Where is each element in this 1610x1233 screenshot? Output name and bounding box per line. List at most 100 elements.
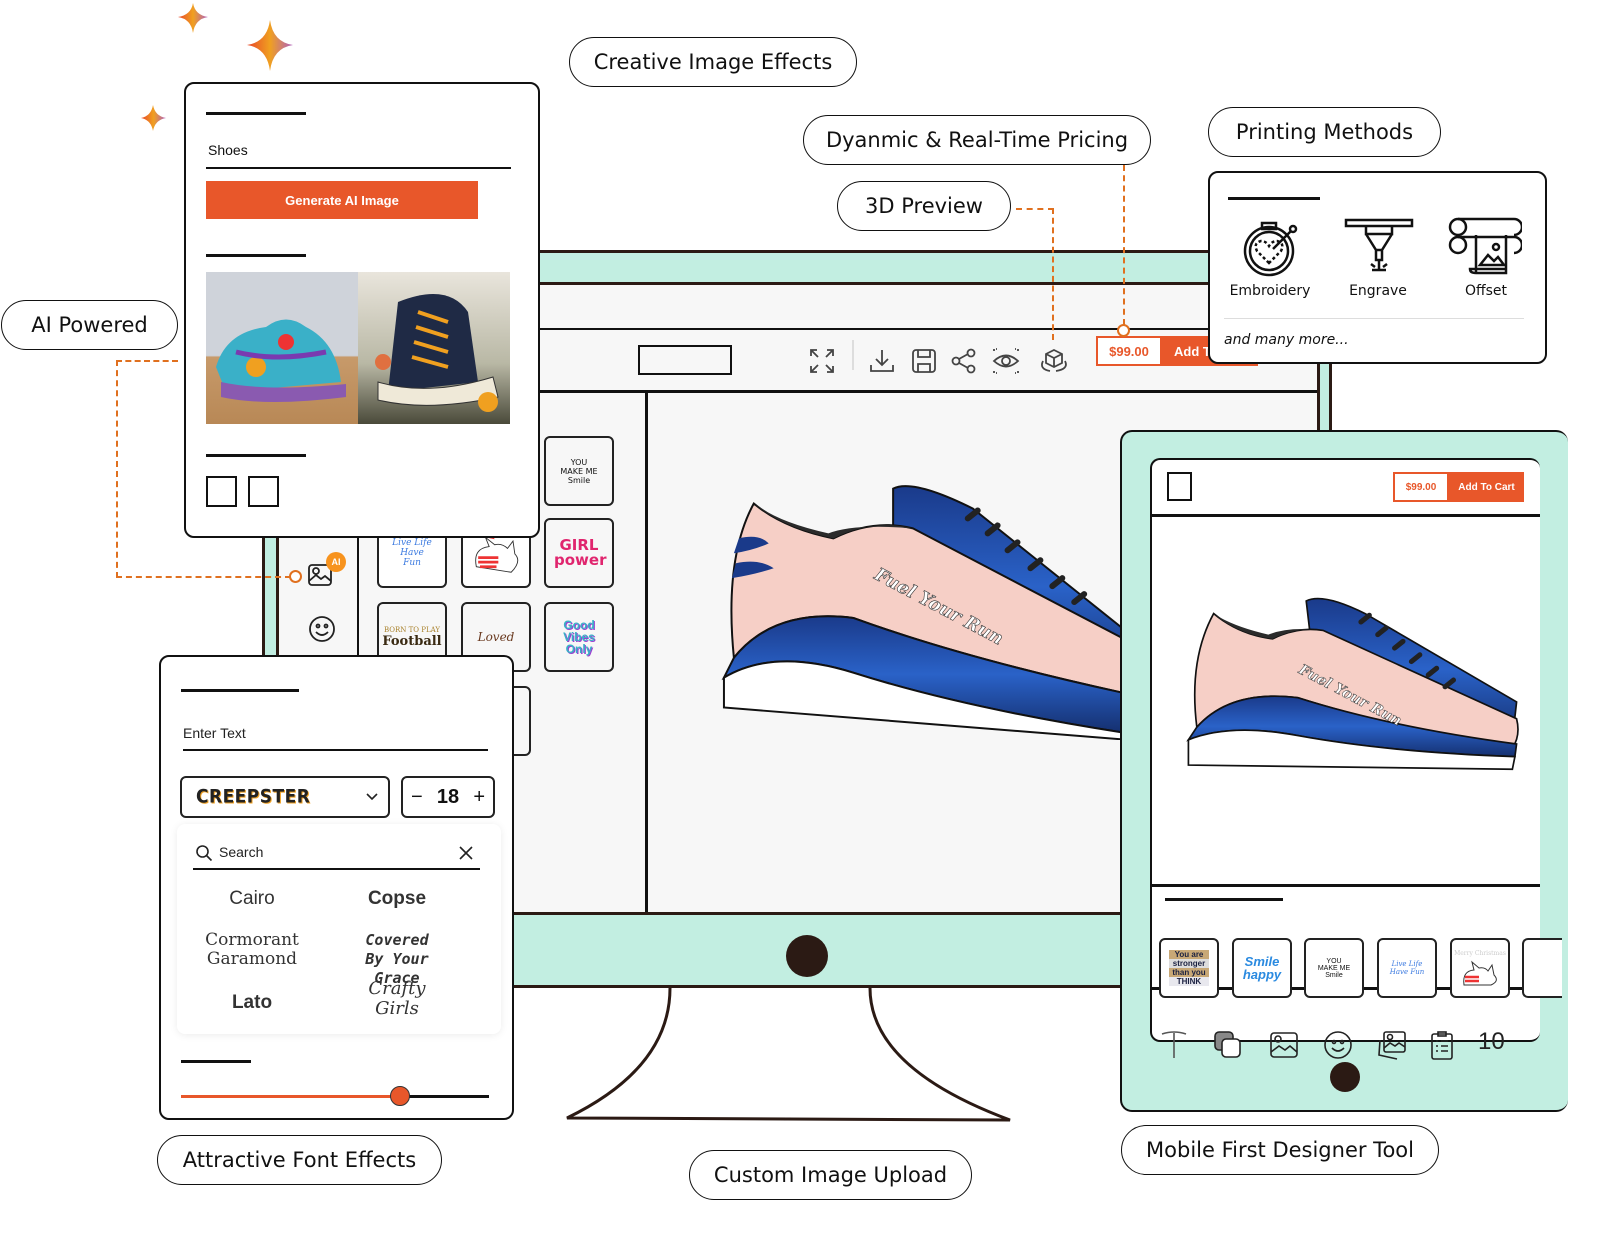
section-heading-placeholder <box>206 112 306 115</box>
effect-slider-track[interactable] <box>181 1086 489 1106</box>
font-option-lato[interactable]: Lato <box>177 992 327 1014</box>
mobile-canvas-divider <box>1152 884 1540 887</box>
ai-prompt-input[interactable]: Shoes <box>208 142 248 158</box>
image-icon[interactable] <box>1269 1030 1299 1060</box>
sidebar-divider <box>645 390 648 915</box>
mobile-clipart-you-are-stronger[interactable]: You are stronger than you THINK <box>1159 938 1219 998</box>
emoji-icon[interactable] <box>1323 1030 1353 1060</box>
font-option-crafty-girls[interactable]: Crafty Girls <box>322 979 472 1019</box>
text-input[interactable]: Enter Text <box>183 725 246 741</box>
3d-cube-icon[interactable] <box>1038 347 1070 375</box>
connector-ai-powered <box>116 360 178 578</box>
connector-dot <box>289 570 302 583</box>
eye-preview-icon[interactable] <box>992 347 1020 375</box>
mobile-count: 10 <box>1478 1028 1505 1055</box>
desktop-field[interactable] <box>638 345 732 375</box>
font-select-dropdown[interactable]: CREEPSTER <box>180 776 390 818</box>
mobile-clipart-smile-be-happy[interactable]: Smile happy <box>1232 938 1292 998</box>
close-icon[interactable] <box>459 846 473 860</box>
painted-shoe-illustration <box>216 319 346 402</box>
connector-3d-preview <box>1016 208 1054 340</box>
input-underline <box>183 749 488 751</box>
chevron-down-icon <box>366 793 378 801</box>
clipart-girl-power[interactable]: GIRL power <box>544 518 614 588</box>
font-effects-panel: Enter Text CREEPSTER − 18 + Search Cairo… <box>159 655 514 1120</box>
font-option-copse[interactable]: Copse <box>322 888 472 910</box>
mobile-header-divider <box>1152 514 1540 517</box>
font-option-cairo[interactable]: Cairo <box>177 888 327 910</box>
increase-size-button[interactable]: + <box>473 786 485 809</box>
clipart-you-make-me-smile[interactable]: YOU MAKE ME Smile <box>544 436 614 506</box>
font-search-input[interactable]: Search <box>219 844 263 860</box>
label-mobile-first: Mobile First Designer Tool <box>1121 1125 1439 1175</box>
desktop-price: $99.00 <box>1096 336 1162 366</box>
product-shoe-image[interactable]: Fuel Your Run <box>714 478 1122 740</box>
embroidery-hoop-icon <box>1243 221 1298 277</box>
mobile-product-shoe-image[interactable]: Fuel Your Run <box>1180 592 1525 774</box>
mobile-price: $99.00 <box>1393 472 1449 502</box>
label-ai-powered: AI Powered <box>1 300 178 350</box>
mobile-home-button[interactable] <box>1330 1062 1360 1092</box>
mobile-clipart-you-make-me-smile[interactable]: YOU MAKE ME Smile <box>1304 938 1364 998</box>
effect-slider-thumb[interactable] <box>389 1086 410 1106</box>
option-box[interactable] <box>248 476 279 507</box>
label-3d-preview: 3D Preview <box>837 181 1011 231</box>
font-list-dropdown: Search Cairo Copse Cormorant Garamond Co… <box>177 824 501 1034</box>
fullscreen-icon[interactable] <box>808 347 836 375</box>
monitor-stand <box>566 988 1011 1122</box>
sparkle-icon <box>141 105 166 131</box>
search-icon <box>196 845 213 862</box>
connector-dot <box>1117 324 1130 337</box>
font-size-stepper[interactable]: − 18 + <box>401 776 495 818</box>
label-attractive-font-effects: Attractive Font Effects <box>157 1135 442 1185</box>
monitor-power-button <box>786 935 828 977</box>
save-icon[interactable] <box>910 347 938 375</box>
option-box[interactable] <box>206 476 237 507</box>
label-dynamic-pricing: Dyanmic & Real-Time Pricing <box>803 115 1151 165</box>
divider <box>1224 318 1524 319</box>
download-icon[interactable] <box>868 347 896 375</box>
ai-image-panel: Shoes Generate AI Image <box>184 82 540 538</box>
printing-method-embroidery[interactable]: Embroidery <box>1222 283 1318 299</box>
ai-badge: AI <box>326 552 346 572</box>
more-methods-text: and many more... <box>1224 332 1349 348</box>
connector-ai-powered <box>116 576 291 578</box>
printing-method-engrave[interactable]: Engrave <box>1328 283 1428 299</box>
search-underline <box>193 868 480 870</box>
clipboard-list-icon[interactable] <box>1427 1030 1457 1060</box>
gallery-icon[interactable] <box>1377 1030 1407 1060</box>
floral-sneaker-illustration <box>375 294 499 412</box>
mobile-menu-box[interactable] <box>1167 472 1192 501</box>
decrease-size-button[interactable]: − <box>411 786 423 809</box>
mobile-clipart-item[interactable] <box>1522 938 1562 998</box>
offset-print-icon <box>1448 217 1522 275</box>
laser-engrave-icon <box>1344 218 1414 272</box>
printing-methods-panel: Embroidery Engrave Offset and many more.… <box>1208 171 1547 364</box>
toolbar-separator <box>852 340 854 370</box>
label-creative-image-effects: Creative Image Effects <box>569 37 857 87</box>
selected-font-label: CREEPSTER <box>196 786 311 808</box>
share-icon[interactable] <box>950 347 978 375</box>
label-custom-image-upload: Custom Image Upload <box>689 1150 972 1200</box>
input-underline <box>206 167 511 169</box>
clipart-good-vibes-only[interactable]: Good Vibes Only <box>544 602 614 672</box>
generate-ai-image-button[interactable]: Generate AI Image <box>206 181 478 219</box>
effect-slider-fill <box>181 1095 400 1098</box>
mobile-clipart-live-life-have-fun[interactable]: Live Life Have Fun <box>1377 938 1437 998</box>
cats-illustration <box>1463 960 1497 985</box>
text-icon[interactable] <box>1159 1030 1189 1060</box>
sparkle-icon <box>247 20 293 71</box>
mobile-add-to-cart-button[interactable]: Add To Cart <box>1449 472 1524 502</box>
emoji-icon[interactable] <box>307 614 337 644</box>
ai-result-image-1[interactable] <box>206 272 358 424</box>
font-option-cormorant-garamond[interactable]: Cormorant Garamond <box>177 931 327 969</box>
section-heading-placeholder <box>1228 197 1320 200</box>
sparkle-icon <box>178 3 208 33</box>
mobile-clipart-merry-christmas[interactable]: Merry Christmas <box>1450 938 1510 998</box>
ai-result-image-2[interactable] <box>358 272 510 424</box>
label-printing-methods: Printing Methods <box>1208 107 1441 157</box>
font-size-value: 18 <box>436 785 460 808</box>
printing-method-offset[interactable]: Offset <box>1436 283 1536 299</box>
section-heading-placeholder <box>1165 898 1283 901</box>
layers-icon[interactable] <box>1213 1030 1243 1060</box>
